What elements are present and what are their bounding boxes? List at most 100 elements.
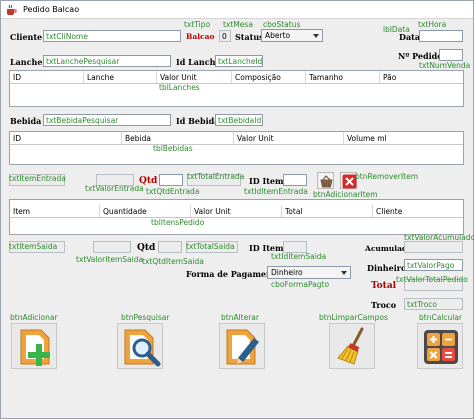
dinheiro-label: Dinheiro [367, 263, 407, 273]
qtd-label: Qtd [139, 176, 158, 186]
forma-pagamento-value: Dinheiro [271, 268, 303, 277]
hora-input[interactable] [419, 30, 463, 42]
calcular-button[interactable] [417, 323, 463, 369]
col-bebida[interactable]: Bebida [122, 132, 234, 144]
calculator-icon [424, 330, 458, 364]
pedido-balcao-window: Pedido Balcao txtTipo txtMesa cboStatus … [0, 0, 474, 419]
id-bebida-input[interactable]: txtBebidaId [215, 114, 263, 126]
itens-table-header: Item Quantidade Valor Unit Total Cliente [10, 205, 463, 218]
valor-entrada-tag: txtValorEntrada [85, 184, 144, 193]
chevron-down-icon [341, 271, 347, 275]
qtd-item-saida-tag: txtQtdItemSaida [142, 257, 204, 266]
cliente-input[interactable]: txtCliNome [43, 30, 181, 42]
lanche-label: Lanche [10, 57, 43, 67]
col-id[interactable]: ID [10, 71, 84, 83]
bebidas-table-header: ID Bebida Valor Unit Volume ml [10, 132, 463, 145]
col-total[interactable]: Total [282, 205, 373, 217]
acumulado-input[interactable] [404, 241, 463, 253]
lanches-table-header: ID Lanche Valor Unit Composição Tamanho … [10, 71, 463, 84]
title-bar[interactable]: Pedido Balcao [1, 1, 473, 19]
col-volume[interactable]: Volume ml [344, 132, 463, 144]
id-lanche-input[interactable]: txtLancheId [215, 55, 263, 67]
alterar-button[interactable] [219, 323, 265, 369]
mesa-value: 0 [222, 32, 227, 41]
status-combo[interactable]: Aberto [261, 29, 323, 42]
id-bebida-tag: txtBebidaId [218, 116, 262, 125]
id-item-saida-tag: txtIdItemSaida [271, 252, 327, 261]
total-entrada-tag: txtTotalEntrada [187, 172, 245, 181]
bebida-label: Bebida [10, 116, 42, 126]
col-valor-unit[interactable]: Valor Unit [157, 71, 232, 83]
pesquisar-tag: btnPesquisar [121, 313, 170, 322]
id-item-entrada-tag: txtIdItemEntrada [244, 187, 308, 196]
col-valor-unit[interactable]: Valor Unit [191, 205, 282, 217]
status-label: Status [235, 32, 264, 42]
itens-pedido-table[interactable]: Item Quantidade Valor Unit Total Cliente [9, 199, 464, 235]
calcular-tag: btnCalcular [419, 313, 463, 322]
lanches-table-tag: tblLanches [159, 83, 200, 92]
qtd-item-saida-input[interactable] [158, 241, 182, 253]
id-lanche-tag: txtLancheId [218, 57, 263, 66]
forma-pagamento-tag: cboFormaPagto [271, 280, 330, 289]
pesquisar-button[interactable] [117, 323, 163, 369]
item-saida-tag: txtItemSaida [9, 242, 58, 251]
col-item[interactable]: Item [10, 205, 100, 217]
tipo-value: Balcao [186, 32, 215, 41]
limpar-campos-button[interactable] [329, 323, 375, 369]
mesa-input[interactable]: 0 [219, 30, 231, 42]
id-item-entrada-input[interactable] [283, 174, 307, 186]
bebida-search-tag: txtBebidaPesquisar [46, 116, 119, 125]
bebidas-table[interactable]: ID Bebida Valor Unit Volume ml [9, 131, 464, 165]
valor-item-saida-tag: txtValorItemSaida [76, 255, 144, 264]
col-valor-unit[interactable]: Valor Unit [234, 132, 344, 144]
add-item-button[interactable] [317, 172, 334, 189]
remove-item-tag: btnRemoverItem [355, 172, 419, 181]
adicionar-button[interactable] [11, 323, 57, 369]
status-value: Aberto [265, 31, 291, 40]
col-quantidade[interactable]: Quantidade [100, 205, 191, 217]
id-bebida-label: Id Bebida [176, 116, 220, 126]
forma-pagamento-combo[interactable]: Dinheiro [267, 266, 351, 279]
itens-table-tag: tblItensPedido [151, 218, 205, 227]
alterar-tag: btnAlterar [221, 313, 259, 322]
num-venda-tag: txtNumVenda [419, 61, 471, 70]
cliente-input-tag: txtCliNome [46, 32, 88, 41]
pedido-input[interactable] [439, 49, 463, 61]
total-label: Total [371, 281, 397, 291]
bebida-search-input[interactable]: txtBebidaPesquisar [43, 114, 171, 126]
col-lanche[interactable]: Lanche [84, 71, 157, 83]
bebidas-table-tag: tblBebidas [153, 144, 193, 153]
add-document-icon [20, 329, 50, 366]
col-id[interactable]: ID [10, 132, 122, 144]
broom-icon [337, 327, 364, 365]
troco-input[interactable]: txtTroco [404, 298, 463, 310]
mesa-tag: txtMesa [223, 20, 253, 29]
limpar-campos-tag: btnLimparCampos [319, 313, 388, 322]
lanches-table[interactable]: ID Lanche Valor Unit Composição Tamanho … [9, 70, 464, 107]
troco-label: Troco [371, 300, 397, 310]
valor-item-saida-input[interactable] [93, 241, 131, 253]
qtd-entrada-tag: txtQtdEntrada [146, 187, 200, 196]
col-composicao[interactable]: Composição [232, 71, 306, 83]
status-tag: cboStatus [263, 20, 301, 29]
tipo-tag: txtTipo [184, 20, 211, 29]
pedido-label: Nº Pedido [398, 51, 443, 61]
id-item-label: ID Item [249, 176, 284, 186]
window-title: Pedido Balcao [23, 5, 80, 14]
acumulado-tag: txtValorAcumulado [404, 233, 474, 242]
col-tamanho[interactable]: Tamanho [306, 71, 380, 83]
col-pao[interactable]: Pão [380, 71, 463, 83]
basket-icon [320, 175, 333, 188]
item-entrada-tag: txtItemEntrada [9, 174, 66, 183]
adicionar-tag: btnAdicionar [10, 313, 58, 322]
add-item-tag: btnAdicionarItem [313, 190, 378, 199]
col-cliente[interactable]: Cliente [373, 205, 463, 217]
search-document-icon [124, 329, 161, 367]
hora-tag: txtHora [418, 20, 447, 29]
lanche-search-tag: txtLanchePesquisar [46, 57, 120, 66]
qtd-entrada-input[interactable] [159, 174, 183, 186]
valor-pago-tag: txtValorPago [407, 261, 455, 270]
troco-tag: txtTroco [407, 300, 438, 309]
valor-pago-input[interactable]: txtValorPago [404, 259, 463, 271]
lanche-search-input[interactable]: txtLanchePesquisar [43, 55, 171, 67]
